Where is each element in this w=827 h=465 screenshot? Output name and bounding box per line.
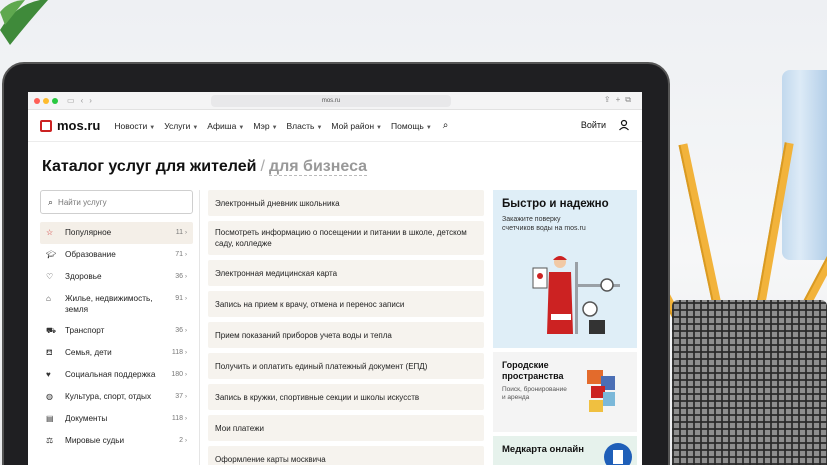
category-documents[interactable]: ▤ Документы 118 › <box>40 408 193 430</box>
sofa-icon: ⛾ <box>46 348 53 357</box>
city-spaces-illustration <box>587 370 615 412</box>
chevron-right-icon: › <box>185 296 187 302</box>
nav-item-help[interactable]: Помощь ▼ <box>391 121 432 131</box>
chevron-down-icon: ▼ <box>149 124 156 131</box>
chevron-right-icon: › <box>185 328 187 334</box>
nav-item-services[interactable]: Услуги ▼ <box>164 121 198 131</box>
service-item[interactable]: Запись в кружки, спортивные секции и шко… <box>208 384 484 410</box>
service-item[interactable]: Электронная медицинская карта <box>208 260 484 286</box>
promo-title: Городские пространства <box>502 360 564 381</box>
browser-toolbar: ▭ ‹ › mos.ru ⇪+⧉ <box>28 92 642 110</box>
chevron-down-icon: ▼ <box>376 124 382 131</box>
minimize-dot[interactable] <box>43 97 49 104</box>
category-social[interactable]: ♥ Социальная поддержка 180 › <box>40 364 193 386</box>
address-bar[interactable]: mos.ru <box>211 95 451 107</box>
graduation-cap-icon: 🎓︎ <box>46 250 57 259</box>
user-icon[interactable] <box>617 119 630 132</box>
site-header: mos.ru Новости ▼ Услуги ▼ Афиша ▼ Мэр ▼ Влас… <box>28 110 642 142</box>
chevron-right-icon: › <box>185 416 187 422</box>
car-icon: ⛟ <box>46 326 57 335</box>
health-icon: ♡ <box>46 272 54 281</box>
sidebar-toggle-icon[interactable]: ▭ <box>67 96 75 105</box>
promo-column: Быстро и надежно Закажите поверку счетчи… <box>493 190 637 465</box>
chevron-down-icon: ▼ <box>192 124 199 131</box>
sidebar: ⌕ Найти услугу ☆ Популярное 11 › 🎓︎ Образ… <box>40 190 193 452</box>
logo-text: mos.ru <box>57 118 101 133</box>
category-housing[interactable]: ⌂ Жилье, недвижимость, земля 91 › <box>40 288 193 320</box>
chevron-right-icon: › <box>185 252 187 258</box>
heart-hand-icon: ♥ <box>46 370 51 379</box>
scales-icon: ⚖ <box>46 436 54 445</box>
document-icon: ▤ <box>46 414 54 423</box>
search-icon[interactable]: ⌕ <box>443 120 449 131</box>
chevron-right-icon: › <box>185 274 187 280</box>
promo-water-meters[interactable]: Быстро и надежно Закажите поверку счетчи… <box>493 190 637 348</box>
category-transport[interactable]: ⛟ Транспорт 36 › <box>40 320 193 342</box>
category-health[interactable]: ♡ Здоровье 36 › <box>40 266 193 288</box>
chevron-right-icon: › <box>185 372 187 378</box>
page-title: Каталог услуг для жителей / для бизнеса <box>42 158 368 176</box>
promo-text: Закажите поверку счетчиков воды на mos.r… <box>502 216 586 232</box>
nav-item-events[interactable]: Афиша ▼ <box>207 121 244 131</box>
plant-leaves <box>0 0 48 45</box>
title-residents: Каталог услуг для жителей <box>42 158 257 175</box>
chevron-down-icon: ▼ <box>425 124 432 131</box>
maximize-dot[interactable] <box>52 97 58 104</box>
browser-actions: ⇪+⧉ <box>604 95 636 105</box>
nav-item-mayor[interactable]: Мэр ▼ <box>253 121 277 131</box>
login-button[interactable]: Войти <box>581 120 606 130</box>
category-culture[interactable]: ◍ Культура, спорт, отдых 37 › <box>40 386 193 408</box>
chevron-down-icon: ▼ <box>271 124 278 131</box>
chevron-right-icon: › <box>185 350 187 356</box>
category-list: ☆ Популярное 11 › 🎓︎ Образование 71 › ♡ Зд… <box>40 222 193 452</box>
back-icon[interactable]: ‹ <box>81 96 84 105</box>
browser-window: ▭ ‹ › mos.ru ⇪+⧉ mos.ru Новости ▼ Услуги ▼… <box>28 92 642 465</box>
address-text: mos.ru <box>321 98 341 104</box>
close-dot[interactable] <box>34 97 40 104</box>
share-icon[interactable]: ⇪ <box>604 95 616 104</box>
nav-item-news[interactable]: Новости ▼ <box>114 121 155 131</box>
nav-item-my-district[interactable]: Мой район ▼ <box>331 121 382 131</box>
star-icon: ☆ <box>46 228 54 237</box>
logo[interactable]: mos.ru <box>40 118 100 133</box>
chevron-down-icon: ▼ <box>316 124 323 131</box>
ball-icon: ◍ <box>46 392 53 401</box>
new-tab-icon[interactable]: + <box>616 95 626 104</box>
medcard-illustration <box>604 443 632 465</box>
promo-title: Быстро и надежно <box>502 198 609 210</box>
chevron-right-icon: › <box>185 230 187 236</box>
service-item[interactable]: Посмотреть информацию о посещении и пита… <box>208 221 484 255</box>
pencil-cup <box>672 300 827 465</box>
house-icon: ⌂ <box>46 294 51 303</box>
search-icon: ⌕ <box>48 196 54 207</box>
category-judges[interactable]: ⚖ Мировые судьи 2 › <box>40 430 193 452</box>
forward-icon[interactable]: › <box>89 96 92 105</box>
logo-icon <box>40 119 52 132</box>
service-item[interactable]: Оформление карты москвича <box>208 446 484 465</box>
promo-text: Поиск, бронирование и аренда <box>502 386 567 401</box>
tabs-icon[interactable]: ⧉ <box>625 95 636 104</box>
chevron-down-icon: ▼ <box>238 124 245 131</box>
promo-city-spaces[interactable]: Городские пространства Поиск, бронирован… <box>493 352 637 432</box>
category-popular[interactable]: ☆ Популярное 11 › <box>40 222 193 244</box>
nav-item-authority[interactable]: Власть ▼ <box>287 121 323 131</box>
service-item[interactable]: Прием показаний приборов учета воды и те… <box>208 322 484 348</box>
business-link[interactable]: для бизнеса <box>268 158 368 176</box>
search-placeholder: Найти услугу <box>58 197 107 207</box>
chevron-right-icon: › <box>185 394 187 400</box>
category-family[interactable]: ⛾ Семья, дети 118 › <box>40 342 193 364</box>
plumber-illustration <box>532 256 620 334</box>
category-education[interactable]: 🎓︎ Образование 71 › <box>40 244 193 266</box>
service-item[interactable]: Получить и оплатить единый платежный док… <box>208 353 484 379</box>
service-item[interactable]: Электронный дневник школьника <box>208 190 484 216</box>
promo-medcard[interactable]: Медкарта онлайн <box>493 436 637 465</box>
title-separator: / <box>260 158 265 175</box>
search-input[interactable]: ⌕ Найти услугу <box>40 190 193 214</box>
service-item[interactable]: Запись на прием к врачу, отмена и перено… <box>208 291 484 317</box>
service-item[interactable]: Мои платежи <box>208 415 484 441</box>
service-list: Электронный дневник школьника Посмотреть… <box>208 190 484 465</box>
chevron-right-icon: › <box>185 438 187 444</box>
column-divider <box>199 190 200 465</box>
